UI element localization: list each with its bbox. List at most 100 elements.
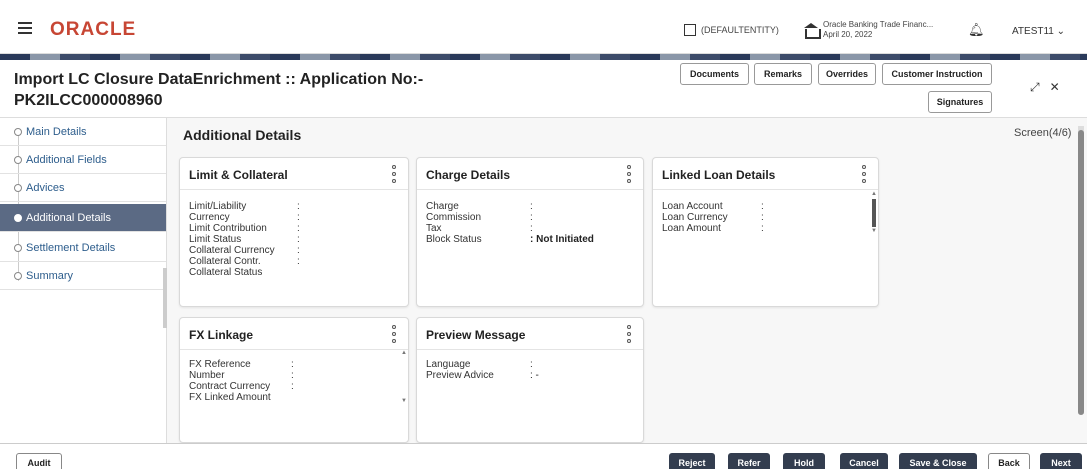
- field-label: FX Reference: [189, 359, 251, 370]
- field-label: Block Status: [426, 234, 482, 245]
- field-label: Loan Amount: [662, 223, 721, 234]
- card-scrollbar-thumb[interactable]: [872, 199, 876, 227]
- field-separator: :: [291, 381, 294, 392]
- field-separator: :: [761, 212, 764, 223]
- remarks-button[interactable]: Remarks: [754, 63, 812, 85]
- hold-button[interactable]: Hold: [783, 453, 825, 469]
- kebab-menu-icon[interactable]: [862, 165, 868, 183]
- sidebar-item-label: Advices: [26, 181, 65, 194]
- step-check-icon: [14, 128, 22, 136]
- card-title: Limit & Collateral: [189, 168, 288, 182]
- scroll-down-icon[interactable]: ▼: [401, 398, 407, 404]
- sidebar-item-settlement-details[interactable]: Settlement Details: [0, 234, 166, 262]
- field-separator: :: [297, 223, 300, 234]
- sidebar-item-label: Additional Details: [26, 211, 111, 224]
- step-check-icon: [14, 156, 22, 164]
- sidebar-item-label: Additional Fields: [26, 153, 107, 166]
- field-label: Contract Currency: [189, 381, 271, 392]
- block-status-value: : Not Initiated: [530, 234, 594, 245]
- field-separator: :: [761, 223, 764, 234]
- overrides-button[interactable]: Overrides: [818, 63, 876, 85]
- save-close-button[interactable]: Save & Close: [899, 453, 977, 469]
- card-title: Preview Message: [426, 328, 526, 342]
- page-header: Import LC Closure DataEnrichment :: Appl…: [0, 60, 1087, 118]
- field-label: Collateral Contr.: [189, 256, 261, 267]
- field-separator: :: [297, 201, 300, 212]
- branch-selector[interactable]: Oracle Banking Trade Financ... April 20,…: [804, 20, 933, 40]
- field-separator: :: [291, 359, 294, 370]
- field-separator: :: [530, 201, 533, 212]
- branch-name: Oracle Banking Trade Financ...: [823, 20, 934, 29]
- field-separator: :: [530, 359, 533, 370]
- scroll-down-icon[interactable]: ▼: [871, 228, 877, 234]
- back-button[interactable]: Back: [988, 453, 1030, 469]
- entity-label: (DEFAULTENTITY): [701, 25, 779, 35]
- documents-button[interactable]: Documents: [680, 63, 749, 85]
- field-label: Limit Contribution: [189, 223, 267, 234]
- preview-advice-value: : -: [530, 370, 539, 381]
- step-active-icon: [14, 214, 22, 222]
- field-separator: :: [530, 212, 533, 223]
- kebab-menu-icon[interactable]: [392, 165, 398, 183]
- notification-bell-icon[interactable]: 🔔︎: [968, 22, 985, 38]
- scrollbar-thumb[interactable]: [1078, 130, 1084, 415]
- main-scrollbar[interactable]: [1078, 126, 1084, 415]
- field-label: Loan Account: [662, 201, 723, 212]
- reject-button[interactable]: Reject: [669, 453, 715, 469]
- sidebar-item-additional-details[interactable]: Additional Details: [0, 204, 166, 232]
- field-label: Charge: [426, 201, 459, 212]
- customer-instruction-button[interactable]: Customer Instruction: [882, 63, 992, 85]
- sidebar-nav: Main Details Additional Fields Advices A…: [0, 118, 167, 443]
- main-content: Additional Details Screen(4/6) Limit & C…: [167, 118, 1087, 443]
- field-label: Limit Status: [189, 234, 242, 245]
- field-separator: :: [761, 201, 764, 212]
- next-button[interactable]: Next: [1040, 453, 1082, 469]
- section-title: Additional Details: [183, 127, 302, 143]
- scroll-up-icon[interactable]: ▲: [871, 191, 877, 197]
- linked-loan-details-card: Linked Loan Details Loan Account Loan Cu…: [652, 157, 879, 307]
- sidebar-item-summary[interactable]: Summary: [0, 262, 166, 290]
- kebab-menu-icon[interactable]: [627, 165, 633, 183]
- cancel-button[interactable]: Cancel: [840, 453, 888, 469]
- kebab-menu-icon[interactable]: [627, 325, 633, 343]
- field-label: Number: [189, 370, 225, 381]
- step-check-icon: [14, 184, 22, 192]
- field-separator: :: [297, 245, 300, 256]
- field-label: Commission: [426, 212, 482, 223]
- close-icon[interactable]: ✕: [1050, 80, 1060, 95]
- sidebar-item-main-details[interactable]: Main Details: [0, 118, 166, 146]
- user-menu[interactable]: ATEST11 ⌄: [1012, 26, 1065, 37]
- field-label: Collateral Currency: [189, 245, 275, 256]
- hamburger-menu-icon[interactable]: [18, 22, 32, 34]
- signatures-button[interactable]: Signatures: [928, 91, 992, 113]
- fx-linkage-card: FX Linkage FX Reference Number Contract …: [179, 317, 409, 443]
- field-separator: :: [291, 370, 294, 381]
- sidebar-item-label: Summary: [26, 269, 74, 282]
- window-controls: ⤢ ✕: [1030, 80, 1060, 95]
- sidebar-item-advices[interactable]: Advices: [0, 174, 166, 202]
- card-title: Linked Loan Details: [662, 168, 776, 182]
- card-title: Charge Details: [426, 168, 511, 182]
- audit-button[interactable]: Audit: [16, 453, 62, 469]
- screen-indicator: Screen(4/6): [1014, 127, 1072, 139]
- field-label: Collateral Status: [189, 267, 263, 278]
- field-label: Preview Advice: [426, 370, 494, 381]
- field-separator: :: [297, 256, 300, 267]
- field-label: Currency: [189, 212, 230, 223]
- field-separator: :: [530, 223, 533, 234]
- field-separator: :: [297, 212, 300, 223]
- charge-details-card: Charge Details Charge Commission Tax Blo…: [416, 157, 644, 307]
- oracle-logo: ORACLE: [50, 19, 137, 40]
- user-name: ATEST11: [1012, 26, 1054, 37]
- expand-icon[interactable]: ⤢: [1030, 80, 1040, 95]
- sidebar-item-additional-fields[interactable]: Additional Fields: [0, 146, 166, 174]
- refer-button[interactable]: Refer: [728, 453, 770, 469]
- scroll-up-icon[interactable]: ▲: [401, 350, 407, 356]
- kebab-menu-icon[interactable]: [392, 325, 398, 343]
- field-label: FX Linked Amount: [189, 392, 271, 403]
- field-label: Limit/Liability: [189, 201, 247, 212]
- entity-selector[interactable]: (DEFAULTENTITY): [684, 24, 779, 36]
- page-title: Import LC Closure DataEnrichment :: Appl…: [14, 69, 423, 111]
- sidebar-item-label: Settlement Details: [26, 241, 116, 254]
- building-icon: [684, 24, 696, 36]
